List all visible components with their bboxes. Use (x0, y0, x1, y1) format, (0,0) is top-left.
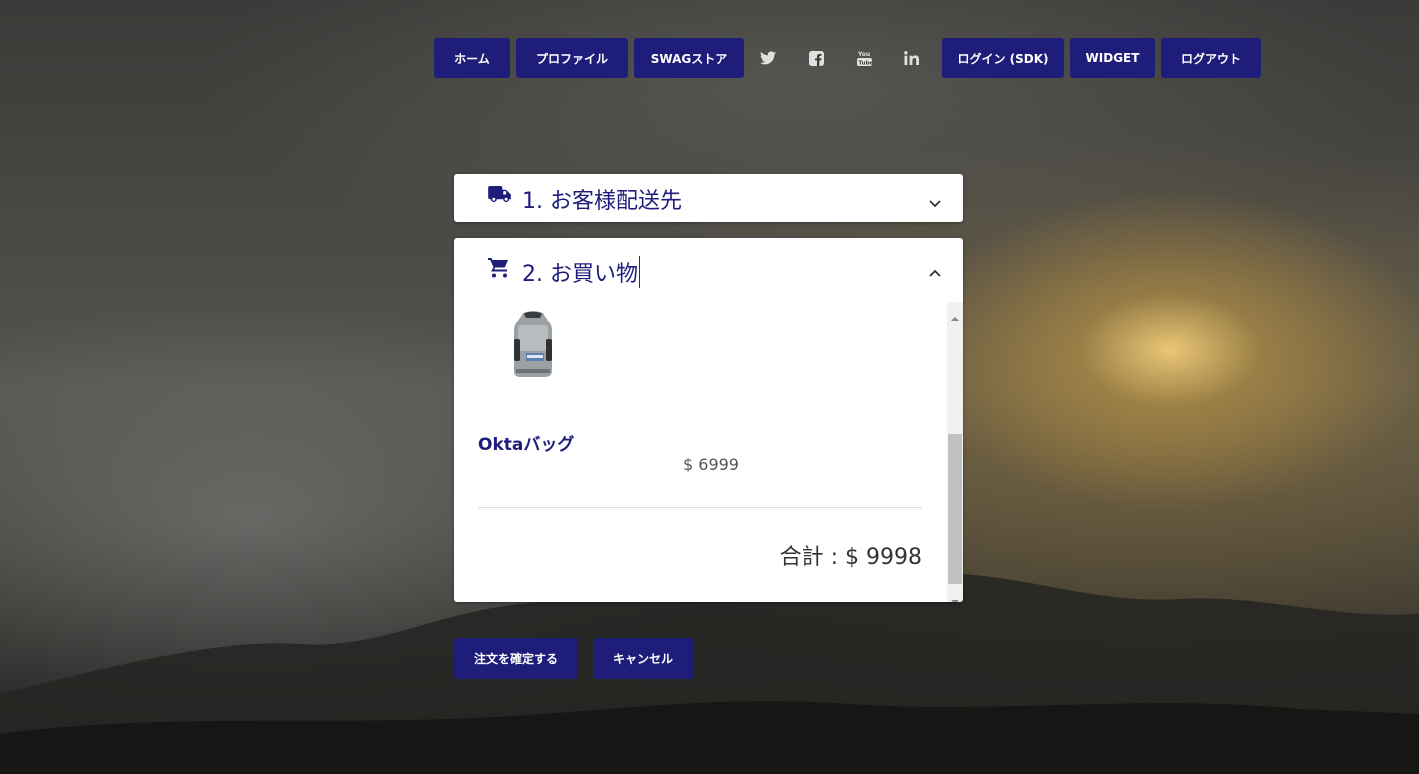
divider (478, 507, 922, 508)
nav-widget-button[interactable]: WIDGET (1070, 38, 1155, 78)
youtube-icon[interactable]: You Tube (854, 48, 874, 68)
chevron-up-icon[interactable] (929, 262, 941, 281)
shopping-panel: 2. お買い物 Oktaバッグ $ 6999 合計 : $ 9998 (454, 238, 963, 602)
svg-text:Tube: Tube (858, 60, 872, 66)
shipping-panel-title: 1. お客様配送先 (522, 189, 682, 214)
chevron-down-icon[interactable] (929, 193, 941, 212)
truck-icon (488, 186, 511, 207)
nav-logout-button[interactable]: ログアウト (1161, 38, 1261, 78)
shipping-panel[interactable]: 1. お客様配送先 (454, 174, 963, 222)
backpack-image (510, 309, 556, 383)
cancel-button[interactable]: キャンセル (593, 638, 693, 679)
scrollbar-thumb[interactable] (948, 434, 962, 584)
facebook-icon[interactable] (806, 48, 826, 68)
scroll-down-arrow-icon[interactable] (951, 590, 959, 602)
shopping-panel-title: 2. お買い物 (522, 256, 640, 288)
linkedin-icon[interactable] (901, 48, 921, 68)
scroll-up-arrow-icon[interactable] (951, 307, 959, 326)
order-total: 合計 : $ 9998 (779, 545, 922, 570)
cart-icon (488, 257, 510, 282)
scrollbar[interactable] (947, 302, 963, 602)
nav-profile-button[interactable]: プロファイル (516, 38, 628, 78)
nav-login-sdk-button[interactable]: ログイン (SDK) (942, 38, 1064, 78)
product-price: $ 6999 (683, 455, 739, 474)
nav-home-button[interactable]: ホーム (434, 38, 510, 78)
nav-swag-store-button[interactable]: SWAGストア (634, 38, 744, 78)
svg-text:You: You (857, 51, 870, 58)
product-name: Oktaバッグ (478, 435, 575, 455)
confirm-order-button[interactable]: 注文を確定する (454, 638, 578, 679)
twitter-icon[interactable] (758, 48, 778, 68)
